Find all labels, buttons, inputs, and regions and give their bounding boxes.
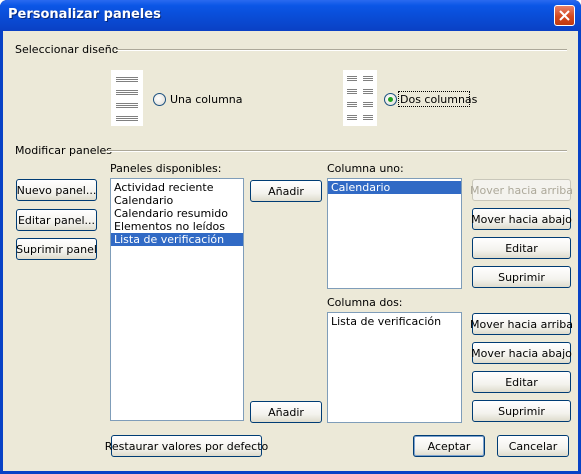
column-two-move-up-button[interactable]: Mover hacia arriba (470, 313, 573, 335)
one-column-radio[interactable] (153, 93, 166, 106)
list-item[interactable]: Elementos no leídos (111, 220, 243, 233)
column-two-edit-button[interactable]: Editar (472, 371, 571, 393)
list-item[interactable]: Calendario (328, 181, 461, 194)
dialog-body: Seleccionar diseño Una columna Dos colum… (3, 31, 578, 471)
list-item[interactable]: Calendario resumido (111, 207, 243, 220)
layout-group-divider (116, 49, 567, 51)
column-one-move-up-button[interactable]: Mover hacia arriba (470, 179, 573, 201)
new-panel-button[interactable]: Nuevo panel... (16, 179, 97, 201)
column-one-delete-button[interactable]: Suprimir (472, 266, 571, 288)
one-column-layout-icon[interactable] (111, 70, 143, 126)
column-one-list[interactable]: Calendario (327, 178, 462, 289)
column-one-edit-button[interactable]: Editar (472, 237, 571, 259)
column-two-label: Columna dos: (327, 296, 403, 309)
cancel-button[interactable]: Cancelar (497, 435, 569, 457)
radio-selected-dot (388, 97, 393, 102)
list-item[interactable]: Actividad reciente (111, 181, 243, 194)
modify-group-divider (106, 150, 567, 152)
close-button[interactable] (554, 5, 575, 26)
list-item[interactable]: Lista de verificación (111, 233, 243, 246)
column-two-list[interactable]: Lista de verificación (327, 312, 462, 423)
column-one-move-down-button[interactable]: Mover hacia abajo (471, 208, 572, 230)
column-one-label: Columna uno: (327, 162, 404, 175)
edit-panel-button[interactable]: Editar panel... (16, 209, 97, 231)
column-two-delete-button[interactable]: Suprimir (472, 400, 571, 422)
title-bar[interactable]: Personalizar paneles (0, 0, 581, 31)
list-item[interactable]: Lista de verificación (328, 315, 461, 328)
list-item[interactable]: Calendario (111, 194, 243, 207)
ok-button[interactable]: Aceptar (413, 435, 485, 457)
two-columns-radio[interactable] (384, 93, 397, 106)
delete-panel-button[interactable]: Suprimir panel (16, 238, 97, 260)
layout-group-label: Seleccionar diseño (15, 43, 119, 56)
window-title: Personalizar paneles (8, 7, 161, 22)
add-to-column-one-button[interactable]: Añadir (250, 180, 322, 202)
close-icon (559, 10, 570, 21)
two-column-layout-icon[interactable] (343, 70, 377, 126)
column-two-move-down-button[interactable]: Mover hacia abajo (471, 342, 572, 364)
available-panels-label: Paneles disponibles: (110, 162, 222, 175)
add-to-column-two-button[interactable]: Añadir (250, 401, 322, 423)
modify-group-label: Modificar paneles (15, 144, 113, 157)
restore-defaults-button[interactable]: Restaurar valores por defecto (105, 435, 268, 457)
available-panels-list[interactable]: Actividad reciente Calendario Calendario… (110, 178, 244, 421)
one-column-label[interactable]: Una columna (170, 93, 243, 106)
two-columns-label[interactable]: Dos columnas (400, 93, 477, 106)
